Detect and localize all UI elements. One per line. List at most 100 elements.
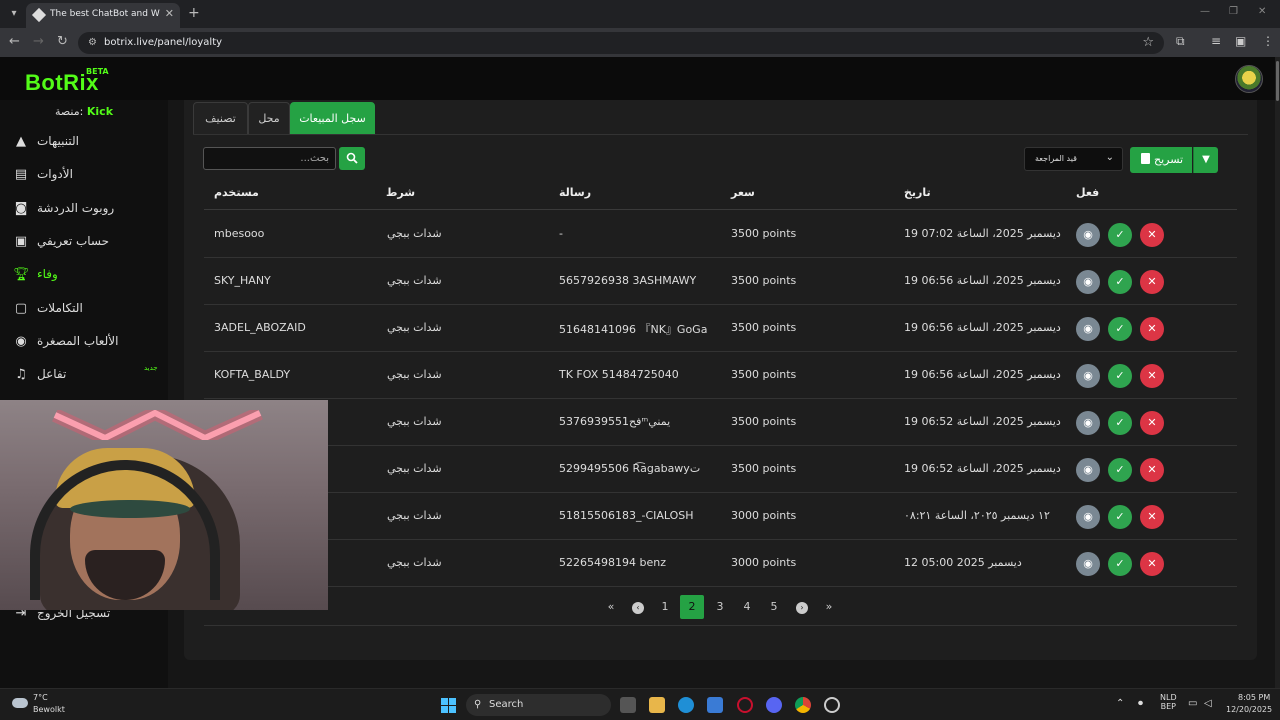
page-5[interactable]: 5	[762, 595, 786, 619]
reject-button[interactable]: ✕	[1140, 552, 1164, 576]
address-bar[interactable]: ⚙ botrix.live/panel/loyalty ☆	[78, 32, 1164, 54]
tab-ranking[interactable]: تصنيف	[193, 102, 248, 135]
page-2[interactable]: 2	[680, 595, 704, 619]
clock-date[interactable]: 12/20/2025	[1226, 705, 1272, 714]
cell-date: 19 ديسمبر 2025، الساعة 06:52	[904, 462, 1061, 475]
file-explorer-icon[interactable]	[649, 697, 665, 713]
lang-indicator[interactable]: NLD BEP	[1160, 693, 1177, 711]
sidebar-item-interaction[interactable]: ♫ تفاعل جديد	[0, 360, 168, 390]
search-input[interactable]	[203, 147, 336, 170]
close-window-icon[interactable]: ✕	[1258, 6, 1266, 17]
view-button[interactable]: ◉	[1076, 411, 1100, 435]
approve-button[interactable]: ✓	[1108, 223, 1132, 247]
sidebar-item-minigames[interactable]: ◉ الألعاب المصغرة	[0, 327, 168, 357]
minimize-icon[interactable]: —	[1200, 6, 1210, 17]
task-view-icon[interactable]	[620, 697, 636, 713]
sidebar-item-loyalty[interactable]: 🏆︎ وفاء	[0, 260, 168, 290]
approve-button[interactable]: ✓	[1108, 552, 1132, 576]
discord-icon[interactable]	[766, 697, 782, 713]
extensions-icon[interactable]: ⧉	[1176, 34, 1185, 49]
clock-time[interactable]: 8:05 PM	[1238, 693, 1270, 702]
windows-start-icon[interactable]	[441, 698, 456, 713]
next-page-button[interactable]: ›	[790, 595, 814, 619]
approve-button[interactable]: ✓	[1108, 364, 1132, 388]
reject-button[interactable]: ✕	[1140, 364, 1164, 388]
reject-button[interactable]: ✕	[1140, 223, 1164, 247]
view-button[interactable]: ◉	[1076, 317, 1100, 341]
col-message[interactable]: رسالة	[559, 186, 591, 199]
approve-button[interactable]: ✓	[1108, 458, 1132, 482]
microphone-icon[interactable]: ⏺	[1138, 698, 1143, 709]
reading-list-icon[interactable]: ≡	[1211, 34, 1221, 48]
forward-icon[interactable]: →	[33, 34, 44, 49]
cell-message: 51648141096 『NK』GoGa	[559, 323, 708, 336]
sidebar-item-chatbot[interactable]: ◙ روبوت الدردشة	[0, 194, 168, 224]
reject-button[interactable]: ✕	[1140, 505, 1164, 529]
tab-list-icon[interactable]: ▾	[6, 6, 22, 22]
network-icon[interactable]: ▭	[1188, 698, 1197, 709]
approve-button[interactable]: ✓	[1108, 317, 1132, 341]
eye-icon: ◉	[1083, 275, 1093, 288]
sidebar-item-label: الأدوات	[37, 167, 73, 181]
export-button[interactable]: تسريح	[1130, 147, 1192, 173]
prev-page-button[interactable]: ‹	[626, 595, 650, 619]
volume-icon[interactable]: ◁	[1204, 698, 1212, 709]
back-icon[interactable]: ←	[9, 34, 20, 49]
maximize-icon[interactable]: ❐	[1229, 6, 1238, 17]
view-button[interactable]: ◉	[1076, 223, 1100, 247]
col-date[interactable]: تاريخ	[904, 186, 931, 199]
reload-icon[interactable]: ↻	[57, 34, 68, 49]
sidebar-item-alerts[interactable]: ▲ التنبيهات	[0, 127, 168, 157]
view-button[interactable]: ◉	[1076, 270, 1100, 294]
approve-button[interactable]: ✓	[1108, 270, 1132, 294]
status-filter-select[interactable]: قيد المراجعة ⌄	[1024, 147, 1123, 171]
opera-icon[interactable]	[737, 697, 753, 713]
reject-button[interactable]: ✕	[1140, 458, 1164, 482]
col-user[interactable]: مستخدم	[214, 186, 259, 199]
approve-button[interactable]: ✓	[1108, 411, 1132, 435]
reject-button[interactable]: ✕	[1140, 411, 1164, 435]
browser-tab[interactable]: The best ChatBot and Widgets ✕	[26, 3, 180, 28]
export-dropdown-toggle[interactable]: ▼	[1193, 147, 1218, 173]
sidebar-item-widgets[interactable]: ▤ الأدوات	[0, 160, 168, 190]
col-condition[interactable]: شرط	[386, 186, 415, 199]
menu-icon[interactable]: ⋮	[1262, 34, 1274, 48]
search-button[interactable]	[339, 147, 365, 170]
taskbar-search[interactable]: ⚲ Search	[466, 694, 611, 716]
reject-button[interactable]: ✕	[1140, 270, 1164, 294]
store-icon[interactable]	[707, 697, 723, 713]
site-info-icon[interactable]: ⚙	[88, 37, 97, 48]
first-page-icon[interactable]: «	[599, 595, 623, 619]
obs-icon[interactable]	[824, 697, 840, 713]
view-button[interactable]: ◉	[1076, 458, 1100, 482]
taskbar-search-label: Search	[489, 699, 524, 710]
chrome-icon[interactable]	[795, 697, 811, 713]
view-button[interactable]: ◉	[1076, 364, 1100, 388]
view-button[interactable]: ◉	[1076, 552, 1100, 576]
page-3[interactable]: 3	[708, 595, 732, 619]
last-page-icon[interactable]: »	[817, 595, 841, 619]
new-tab-icon[interactable]: +	[188, 5, 200, 21]
view-button[interactable]: ◉	[1076, 505, 1100, 529]
chevron-up-icon[interactable]: ⌃	[1116, 698, 1124, 709]
cell-condition: شدات ببجي	[387, 462, 442, 475]
approve-button[interactable]: ✓	[1108, 505, 1132, 529]
edge-icon[interactable]	[678, 697, 694, 713]
tabs-divider	[193, 134, 1248, 135]
avatar[interactable]	[1235, 65, 1263, 93]
page-4[interactable]: 4	[735, 595, 759, 619]
close-tab-icon[interactable]: ✕	[165, 7, 174, 20]
cell-message: 5299495506 R͡agabawyت	[559, 462, 701, 475]
cloud-icon[interactable]	[12, 698, 28, 708]
page-scrollbar[interactable]	[1275, 57, 1280, 688]
sidebar-item-profile[interactable]: ▣ حساب تعريفي	[0, 227, 168, 257]
scrollbar-thumb[interactable]	[1276, 61, 1279, 101]
bookmark-star-icon[interactable]: ☆	[1142, 35, 1154, 50]
reject-button[interactable]: ✕	[1140, 317, 1164, 341]
tab-shop[interactable]: محل	[248, 102, 290, 135]
translate-icon[interactable]: ▣	[1235, 34, 1246, 48]
tab-sales-log[interactable]: سجل المبيعات	[290, 102, 375, 135]
sidebar-item-integrations[interactable]: ▢ التكاملات	[0, 294, 168, 324]
col-price[interactable]: سعر	[731, 186, 755, 199]
page-1[interactable]: 1	[653, 595, 677, 619]
